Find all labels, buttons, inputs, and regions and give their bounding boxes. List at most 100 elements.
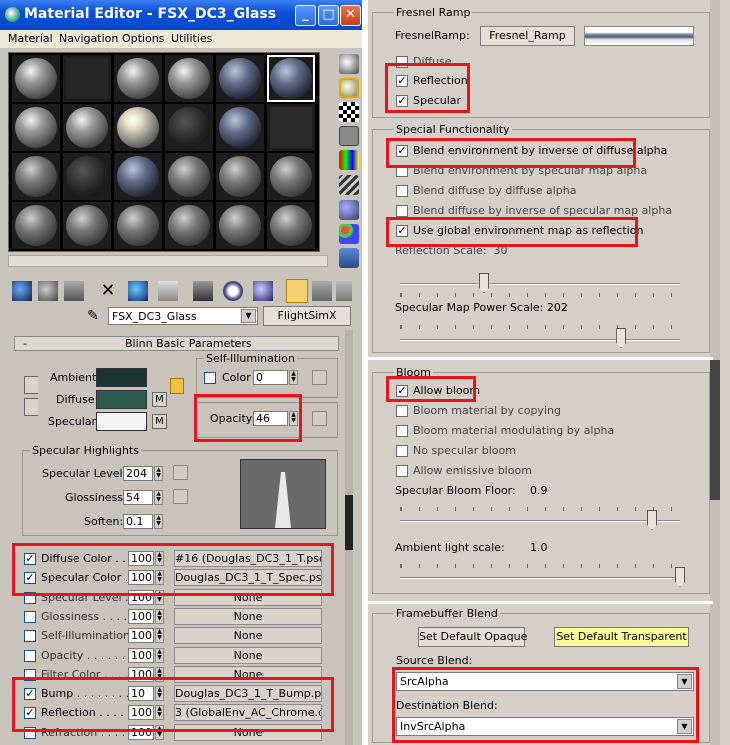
- bloom-floor-track[interactable]: [400, 520, 680, 522]
- sample-slot[interactable]: [63, 104, 111, 151]
- sample-slot[interactable]: [12, 104, 60, 151]
- menu-material[interactable]: Material: [8, 32, 53, 45]
- map-slot-button[interactable]: None: [174, 607, 322, 625]
- map-enable-checkbox[interactable]: [24, 649, 36, 662]
- show-map-icon[interactable]: [223, 281, 243, 301]
- self-illum-value-input[interactable]: 0: [253, 370, 288, 385]
- close-button[interactable]: ✕: [340, 5, 361, 26]
- material-map-navigator-icon[interactable]: [339, 248, 359, 268]
- sample-slot[interactable]: [63, 202, 111, 249]
- sample-slot[interactable]: [12, 55, 60, 102]
- maximize-button[interactable]: □: [318, 5, 339, 26]
- map-slot-button[interactable]: None: [174, 627, 322, 645]
- map-amount-input[interactable]: 100: [128, 608, 154, 624]
- soften-spinner[interactable]: ▲ ▼: [154, 514, 163, 529]
- put-to-library-icon[interactable]: [158, 281, 178, 301]
- chevron-down-icon[interactable]: ▼: [241, 309, 256, 323]
- sample-slot[interactable]: [267, 104, 315, 151]
- bloom-option-checkbox[interactable]: [396, 425, 408, 437]
- specular-level-map-button[interactable]: [173, 465, 188, 480]
- self-illum-spinner[interactable]: ▲ ▼: [289, 370, 298, 385]
- backlight-icon[interactable]: [339, 78, 359, 98]
- go-forward-sibling-icon[interactable]: [312, 281, 332, 301]
- sample-slot[interactable]: [63, 55, 111, 102]
- assign-to-selection-icon[interactable]: [64, 281, 84, 301]
- ambient-color-swatch[interactable]: [96, 368, 147, 387]
- reset-map-icon[interactable]: ✕: [98, 281, 118, 301]
- tiling-icon[interactable]: [339, 126, 359, 146]
- sample-type-icon[interactable]: [339, 54, 359, 74]
- sample-slot[interactable]: [216, 153, 264, 200]
- minimize-button[interactable]: _: [295, 5, 316, 26]
- slots-scrollbar[interactable]: [8, 255, 328, 267]
- make-preview-icon[interactable]: [339, 175, 359, 195]
- go-to-parent-icon[interactable]: [286, 279, 308, 303]
- sample-slot[interactable]: [267, 153, 315, 200]
- diffuse-color-swatch[interactable]: [96, 390, 147, 409]
- diffuse-map-button[interactable]: M: [152, 392, 167, 407]
- title-bar[interactable]: Material Editor - FSX_DC3_Glass _ □ ✕: [0, 0, 362, 30]
- opacity-map-button[interactable]: [312, 411, 327, 426]
- pick-from-object-icon[interactable]: [336, 281, 352, 301]
- sample-slot[interactable]: [114, 153, 162, 200]
- specular-color-swatch[interactable]: [96, 412, 147, 431]
- material-name-field[interactable]: FSX_DC3_Glass ▼: [108, 307, 258, 325]
- sample-slot[interactable]: [12, 153, 60, 200]
- background-icon[interactable]: [339, 102, 359, 122]
- sample-slot[interactable]: [63, 153, 111, 200]
- sample-slot[interactable]: [216, 104, 264, 151]
- sample-slot[interactable]: [114, 202, 162, 249]
- sample-slot[interactable]: [12, 202, 60, 249]
- diffuse-specular-lock-icon[interactable]: [24, 398, 38, 416]
- sample-slot[interactable]: [114, 55, 162, 102]
- bloom-option-checkbox[interactable]: [396, 405, 408, 417]
- map-amount-input[interactable]: 100: [128, 628, 154, 644]
- material-type-button[interactable]: FlightSimX: [263, 306, 351, 326]
- material-id-icon[interactable]: [193, 281, 213, 301]
- select-by-material-icon[interactable]: [339, 224, 359, 244]
- specular-level-spinner[interactable]: ▲ ▼: [154, 466, 163, 481]
- ambient-diffuse-lock-icon[interactable]: [24, 376, 38, 394]
- map-amount-spinner[interactable]: ▲ ▼: [155, 628, 164, 644]
- bloom-option-checkbox[interactable]: [396, 445, 408, 457]
- make-unique-icon[interactable]: [128, 281, 148, 301]
- specular-level-input[interactable]: 204: [123, 466, 153, 481]
- glossiness-spinner[interactable]: ▲ ▼: [154, 490, 163, 505]
- show-end-result-icon[interactable]: [253, 281, 273, 301]
- video-color-check-icon[interactable]: [339, 150, 359, 170]
- ambient-scale-track[interactable]: [400, 577, 680, 579]
- sample-slot-selected[interactable]: [267, 55, 315, 102]
- map-enable-checkbox[interactable]: [24, 610, 36, 623]
- menu-navigation[interactable]: Navigation: [59, 32, 118, 45]
- sample-slot[interactable]: [114, 104, 162, 151]
- self-illum-color-checkbox[interactable]: [204, 372, 216, 384]
- map-amount-input[interactable]: 100: [128, 647, 154, 663]
- self-illum-map-button[interactable]: [312, 370, 327, 385]
- glossiness-input[interactable]: 54: [123, 490, 153, 505]
- sample-slot[interactable]: [165, 104, 213, 151]
- map-amount-spinner[interactable]: ▲ ▼: [155, 608, 164, 624]
- sample-slot[interactable]: [216, 202, 264, 249]
- sample-slot[interactable]: [216, 55, 264, 102]
- map-enable-checkbox[interactable]: [24, 630, 36, 643]
- sample-slot[interactable]: [165, 202, 213, 249]
- sample-slot[interactable]: [267, 202, 315, 249]
- specular-map-button[interactable]: M: [152, 414, 167, 429]
- eyedropper-icon[interactable]: ✎: [84, 307, 102, 325]
- get-material-icon[interactable]: [12, 281, 32, 301]
- sample-slot[interactable]: [165, 153, 213, 200]
- put-to-scene-icon[interactable]: [38, 281, 58, 301]
- blinn-rollout-header[interactable]: - Blinn Basic Parameters: [14, 336, 339, 351]
- lock-icon[interactable]: [170, 378, 184, 394]
- glossiness-map-button[interactable]: [173, 489, 188, 504]
- soften-input[interactable]: 0.1: [123, 514, 153, 529]
- map-amount-spinner[interactable]: ▲ ▼: [155, 647, 164, 663]
- set-default-opaque-button[interactable]: Set Default Opaque: [418, 627, 527, 647]
- menu-options[interactable]: Options: [122, 32, 164, 45]
- sample-slot[interactable]: [165, 55, 213, 102]
- options-icon[interactable]: [339, 200, 359, 220]
- rollout-scrollbar-thumb[interactable]: [345, 495, 353, 550]
- map-slot-button[interactable]: None: [174, 646, 322, 664]
- set-default-transparent-button[interactable]: Set Default Transparent: [554, 627, 689, 647]
- bloom-option-checkbox[interactable]: [396, 465, 408, 477]
